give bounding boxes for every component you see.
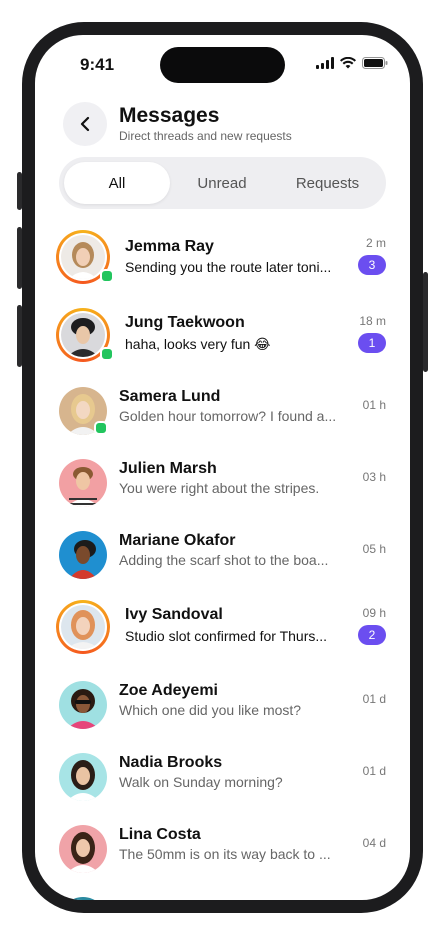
- status-time: 9:41: [80, 55, 115, 74]
- contact-name: Mariane Okafor: [119, 532, 236, 549]
- message-preview: Adding the scarf shot to the boa...: [119, 552, 329, 568]
- avatar: [59, 825, 107, 873]
- tab-bar: All Unread Requests: [59, 157, 386, 209]
- battery-icon: [362, 57, 388, 69]
- message-time: 2 m: [365, 236, 386, 250]
- contact-name: Ivy Sandoval: [125, 606, 223, 623]
- online-indicator: [100, 269, 114, 283]
- volume-up-button: [17, 227, 22, 289]
- thread-row[interactable]: Nadia Brooks Walk on Sunday morning? 01 …: [35, 741, 410, 813]
- thread-row[interactable]: Ivy Sandoval Studio slot confirmed for T…: [35, 591, 410, 663]
- avatar: [59, 897, 107, 900]
- thread-row-partial[interactable]: [35, 885, 410, 900]
- dynamic-island: [160, 47, 285, 83]
- thread-row[interactable]: Jemma Ray Sending you the route later to…: [35, 221, 410, 293]
- unread-badge: 2: [358, 625, 386, 645]
- message-preview: Walk on Sunday morning?: [119, 774, 283, 790]
- status-icons: [316, 57, 388, 69]
- message-preview: Which one did you like most?: [119, 702, 302, 718]
- message-preview: haha, looks very fun 😂: [125, 336, 271, 352]
- back-button[interactable]: [63, 102, 107, 146]
- message-preview: Studio slot confirmed for Thurs...: [125, 628, 328, 644]
- contact-name: Jemma Ray: [125, 238, 214, 255]
- message-time: 03 h: [362, 470, 386, 484]
- thread-row[interactable]: Lina Costa The 50mm is on its way back t…: [35, 813, 410, 885]
- avatar: [61, 235, 105, 279]
- online-indicator: [100, 347, 114, 361]
- thread-row[interactable]: Samera Lund Golden hour tomorrow? I foun…: [35, 375, 410, 447]
- page-subtitle: Direct threads and new requests: [119, 129, 292, 143]
- tab-all[interactable]: All: [64, 162, 170, 204]
- contact-name: Nadia Brooks: [119, 754, 223, 771]
- unread-badge: 3: [358, 255, 386, 275]
- thread-row[interactable]: Zoe Adeyemi Which one did you like most?…: [35, 669, 410, 741]
- contact-name: Lina Costa: [119, 826, 201, 843]
- message-time: 01 d: [362, 764, 386, 778]
- avatar: [61, 605, 105, 649]
- message-time: 01 h: [362, 398, 386, 412]
- contact-name: Zoe Adeyemi: [119, 682, 218, 699]
- contact-name: Samera Lund: [119, 388, 221, 405]
- action-button: [17, 172, 22, 210]
- online-indicator: [94, 421, 108, 435]
- avatar: [59, 459, 107, 507]
- avatar: [59, 531, 107, 579]
- message-time: 04 d: [362, 836, 386, 850]
- chevron-left-icon: [80, 116, 90, 132]
- message-preview: Golden hour tomorrow? I found a...: [119, 408, 337, 424]
- cellular-signal-icon: [316, 57, 334, 69]
- message-preview: You were right about the stripes.: [119, 480, 320, 496]
- page-title: Messages: [119, 104, 220, 127]
- message-time: 05 h: [362, 542, 386, 556]
- thread-row[interactable]: Julien Marsh You were right about the st…: [35, 447, 410, 519]
- avatar: [61, 313, 105, 357]
- avatar: [59, 753, 107, 801]
- message-preview: The 50mm is on its way back to ...: [119, 846, 331, 862]
- thread-row[interactable]: Jung Taekwoon haha, looks very fun 😂 18 …: [35, 299, 410, 371]
- message-time: 01 d: [362, 692, 386, 706]
- message-time: 09 h: [362, 606, 386, 620]
- app-screen: 9:41 Messages Direct threads and new req…: [35, 35, 410, 900]
- volume-down-button: [17, 305, 22, 367]
- message-time: 18 m: [359, 314, 386, 328]
- tab-requests[interactable]: Requests: [274, 162, 381, 204]
- avatar: [59, 681, 107, 729]
- contact-name: Jung Taekwoon: [125, 314, 245, 331]
- thread-row[interactable]: Mariane Okafor Adding the scarf shot to …: [35, 519, 410, 591]
- tab-unread[interactable]: Unread: [171, 162, 273, 204]
- wifi-icon: [340, 57, 356, 69]
- contact-name: Julien Marsh: [119, 460, 217, 477]
- unread-badge: 1: [358, 333, 386, 353]
- message-preview: Sending you the route later toni...: [125, 259, 332, 275]
- side-button: [423, 272, 428, 372]
